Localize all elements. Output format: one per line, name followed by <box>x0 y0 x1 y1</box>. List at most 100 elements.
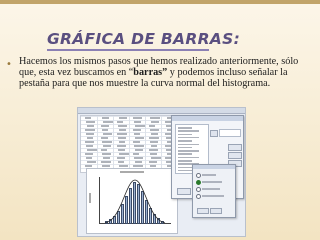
normal-curve-line <box>104 179 166 224</box>
grid-cell-value <box>118 125 127 127</box>
bar-charts-radio[interactable] <box>196 180 201 185</box>
histogram-chart <box>86 168 178 234</box>
variable-list-item[interactable] <box>178 146 192 149</box>
grid-cell-value <box>134 133 140 135</box>
variable-list-item[interactable] <box>178 130 199 132</box>
variable-list-item[interactable] <box>178 166 192 169</box>
grid-cell-value <box>134 157 143 159</box>
grid-col-line <box>161 116 162 172</box>
charts-button[interactable] <box>228 152 242 159</box>
grid-cell-value <box>149 137 159 139</box>
histograms-radio-label <box>202 195 224 197</box>
charts-subdialog <box>192 164 236 218</box>
grid-cell-value <box>149 161 157 163</box>
grid-col-line <box>113 116 114 172</box>
grid-cell-value <box>134 145 144 147</box>
grid-cell-value <box>151 145 157 147</box>
slide-title: GRÁFICA DE BARRAS: <box>47 30 241 48</box>
slide-top-accent <box>0 0 320 4</box>
subdialog-cancel-button[interactable] <box>210 208 222 214</box>
variable-list-item[interactable] <box>178 140 192 142</box>
grid-cell-value <box>87 137 93 139</box>
grid-cell-value <box>103 133 112 135</box>
grid-cell-value <box>135 161 142 163</box>
grid-cell-value <box>117 145 126 147</box>
grid-cell-value <box>103 121 113 123</box>
grid-cell-value <box>118 149 125 151</box>
grid-cell-value <box>119 117 127 119</box>
pie-charts-radio[interactable] <box>196 187 201 192</box>
grid-cell-value <box>86 133 94 135</box>
bar-charts-radio-label <box>202 181 222 183</box>
selected-variables-field[interactable] <box>219 129 241 137</box>
grid-cell-value <box>87 161 96 163</box>
grid-cell-value <box>119 129 126 131</box>
grid-cell-value <box>133 153 139 155</box>
spss-screenshot <box>77 107 246 237</box>
grid-cell-value <box>103 145 111 147</box>
histograms-radio[interactable] <box>196 194 201 199</box>
grid-cell-value <box>134 121 141 123</box>
grid-cell-value <box>101 125 109 127</box>
grid-cell-value <box>150 141 158 143</box>
grid-cell-value <box>133 165 143 167</box>
variable-list-item[interactable] <box>178 136 199 139</box>
grid-cell-value <box>118 161 124 163</box>
variable-list-item[interactable] <box>178 150 199 152</box>
screenshot-data-grid <box>80 115 178 173</box>
grid-cell-value <box>118 137 126 139</box>
grid-cell-value <box>87 125 94 127</box>
grid-cell-value <box>117 157 125 159</box>
grid-cell-value <box>133 117 142 119</box>
grid-col-line <box>145 116 146 172</box>
variable-list-item[interactable] <box>178 153 192 155</box>
normal-curve <box>104 179 166 224</box>
grid-cell-value <box>150 129 159 131</box>
grid-cell-value <box>119 141 125 143</box>
grid-cell-value <box>103 157 110 159</box>
grid-cell-value <box>86 121 95 123</box>
pie-charts-radio-label <box>202 188 220 190</box>
title-underline <box>47 49 209 51</box>
ok-button[interactable] <box>177 188 191 195</box>
grid-cell-value <box>150 165 156 167</box>
grid-cell-value <box>133 141 140 143</box>
variable-list-item[interactable] <box>178 133 192 136</box>
grid-cell-value <box>85 153 93 155</box>
paragraph-bold-word: barras” <box>133 67 168 79</box>
grid-cell-value <box>149 125 155 127</box>
grid-cell-value <box>135 137 144 139</box>
bullet-icon: • <box>6 59 12 70</box>
grid-cell-value <box>85 141 94 143</box>
subdialog-titlebar <box>193 165 235 169</box>
grid-cell-value <box>85 129 95 131</box>
statistics-button[interactable] <box>228 144 242 151</box>
slide-paragraph: Hacemos los mismos pasos que hemos reali… <box>19 56 317 90</box>
none-radio[interactable] <box>196 173 201 178</box>
variable-list-item[interactable] <box>178 127 192 129</box>
variable-list-item[interactable] <box>178 156 199 159</box>
screenshot-menubar <box>78 108 245 114</box>
grid-cell-value <box>149 149 158 151</box>
grid-cell-value <box>135 125 145 127</box>
grid-cell-value <box>151 121 159 123</box>
grid-cell-value <box>151 133 158 135</box>
grid-cell-value <box>101 137 108 139</box>
grid-cell-value <box>102 117 109 119</box>
grid-cell-value <box>133 129 141 131</box>
variable-list-item[interactable] <box>178 143 199 145</box>
grid-cell-value <box>151 157 161 159</box>
move-variable-button[interactable] <box>210 130 218 137</box>
grid-cell-value <box>150 117 160 119</box>
continue-button[interactable] <box>197 208 209 214</box>
none-radio-label <box>202 174 216 176</box>
variable-list-item[interactable] <box>178 160 192 162</box>
grid-cell-value <box>150 153 157 155</box>
grid-cell-value <box>102 141 112 143</box>
grid-cell-value <box>102 165 110 167</box>
grid-cell-value <box>86 145 93 147</box>
grid-cell-value <box>86 157 92 159</box>
grid-cell-value <box>101 149 107 151</box>
grid-cell-value <box>87 149 97 151</box>
grid-cell-value <box>117 121 123 123</box>
